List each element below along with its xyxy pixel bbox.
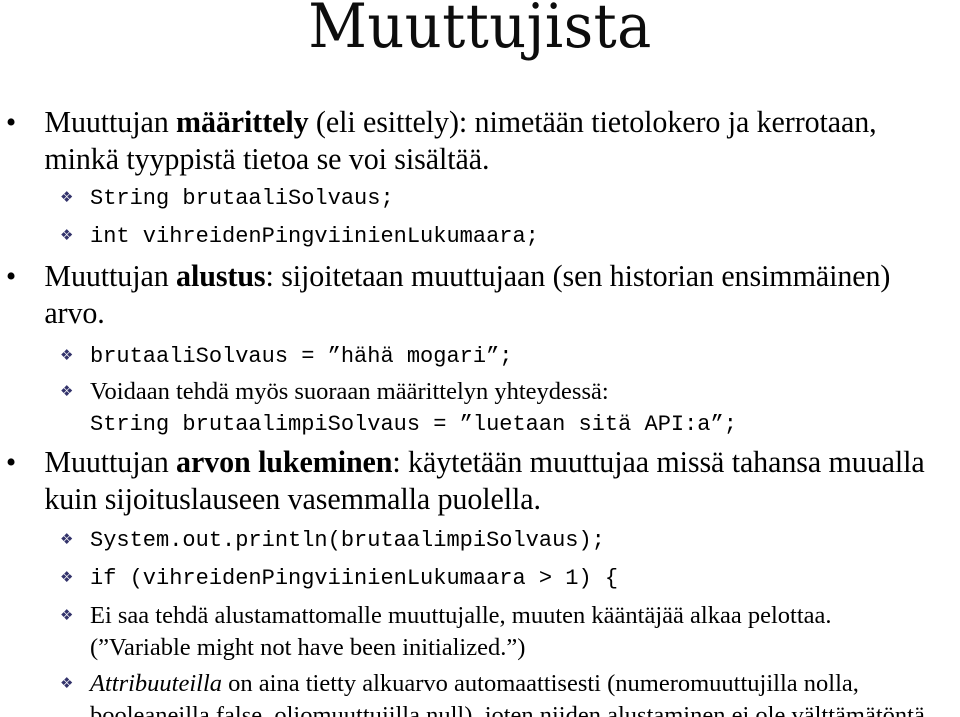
sub-bullet-code-println: ❖ System.out.println(brutaalimpiSolvaus)… bbox=[0, 524, 960, 556]
diamond-bullet-icon: ❖ bbox=[60, 568, 74, 586]
bullet-item-alustus: • Muuttujan alustus: sijoitetaan muuttuj… bbox=[0, 258, 946, 332]
diamond-bullet-icon: ❖ bbox=[60, 346, 74, 364]
bullet-text-bold: määrittely bbox=[176, 105, 309, 139]
bullet-item-arvon-lukeminen: • Muuttujan arvon lukeminen: käytetään m… bbox=[0, 444, 946, 518]
sub-bullet-uninitialized-warning: ❖ Ei saa tehdä alustamattomalle muuttuja… bbox=[0, 600, 960, 664]
diamond-bullet-icon: ❖ bbox=[60, 226, 74, 244]
sub-bullet-code-string-decl: ❖ String brutaaliSolvaus; bbox=[0, 182, 960, 214]
bullet-dot-icon: • bbox=[5, 446, 17, 479]
diamond-bullet-icon: ❖ bbox=[60, 530, 74, 548]
slide-body: • Muuttujan määrittely (eli esittely): n… bbox=[0, 104, 960, 717]
diamond-bullet-icon: ❖ bbox=[60, 188, 74, 206]
sub-bullet-attributes-default: ❖ Attribuuteilla on aina tietty alkuarvo… bbox=[0, 668, 960, 717]
bullet-dot-icon: • bbox=[5, 260, 17, 293]
bullet-text-bold: arvon lukeminen bbox=[176, 445, 393, 479]
code-text: brutaaliSolvaus = ”hähä mogari”; bbox=[90, 344, 513, 369]
bullet-item-maarittely: • Muuttujan määrittely (eli esittely): n… bbox=[0, 104, 946, 178]
page-title: Muuttujista bbox=[308, 0, 652, 62]
bullet-dot-icon: • bbox=[5, 106, 17, 139]
code-text: System.out.println(brutaalimpiSolvaus); bbox=[90, 528, 605, 553]
diamond-bullet-icon: ❖ bbox=[60, 674, 74, 692]
diamond-bullet-icon: ❖ bbox=[60, 606, 74, 624]
bullet-text-bold: alustus bbox=[176, 259, 266, 293]
diamond-bullet-icon: ❖ bbox=[60, 382, 74, 400]
code-text: String brutaalimpiSolvaus = ”luetaan sit… bbox=[90, 412, 737, 437]
slide-canvas: Muuttujista • Muuttujan määrittely (eli … bbox=[0, 0, 960, 717]
code-text: if (vihreidenPingviinienLukumaara > 1) { bbox=[90, 566, 619, 591]
bullet-text-lead: Muuttujan bbox=[44, 445, 177, 479]
bullet-text-lead: Muuttujan bbox=[44, 105, 177, 139]
sub-bullet-direct-init: ❖ Voidaan tehdä myös suoraan määrittelyn… bbox=[0, 376, 960, 440]
sub-bullet-text: Ei saa tehdä alustamattomalle muuttujall… bbox=[90, 602, 832, 629]
bullet-text-lead: Muuttujan bbox=[44, 259, 177, 293]
sub-bullet-text-quote: (”Variable might not have been initializ… bbox=[90, 634, 526, 661]
code-text: String brutaaliSolvaus; bbox=[90, 186, 394, 211]
code-text: int vihreidenPingviinienLukumaara; bbox=[90, 224, 539, 249]
sub-bullet-code-if: ❖ if (vihreidenPingviinienLukumaara > 1)… bbox=[0, 562, 960, 594]
sub-bullet-code-int-decl: ❖ int vihreidenPingviinienLukumaara; bbox=[0, 220, 960, 252]
sub-bullet-code-assign: ❖ brutaaliSolvaus = ”hähä mogari”; bbox=[0, 340, 960, 372]
sub-bullet-text: Voidaan tehdä myös suoraan määrittelyn y… bbox=[90, 378, 609, 405]
sub-bullet-text-italic: Attribuuteilla bbox=[90, 670, 223, 697]
